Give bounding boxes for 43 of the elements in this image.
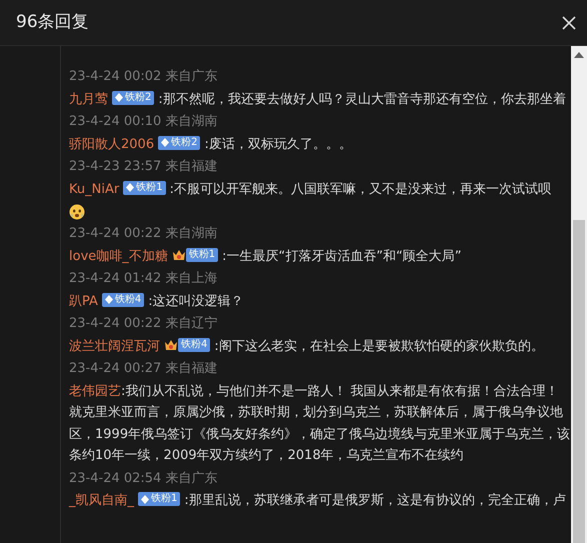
diamond-icon (104, 295, 113, 304)
reply-text: Ku_NiAr 铁粉1 :不服可以开军舰来。八国联军嘛，又不是没来过，再来一次试试呗 (69, 180, 552, 198)
user-name-link[interactable]: 老伟园艺 (69, 384, 121, 398)
fan-level-badge: 铁粉1 (123, 180, 166, 195)
fan-level-badge: 铁粉4 (102, 292, 144, 307)
reply-time: 23-4-24 00:22 来自湖南 (69, 225, 218, 243)
reply-text: 骄阳散人2006 铁粉2 :废话，双标玩久了。。。 (69, 134, 353, 154)
diamond-icon (161, 138, 170, 148)
reply-text: _凯风自南_ 铁粉1 :那里乱说，苏联继承者可是俄罗斯，这是有协议的，完全正确，卢 (69, 491, 567, 510)
diamond-icon (126, 183, 134, 192)
dialog-title: 96条回复 (16, 10, 89, 34)
user-name-link[interactable]: Ku_NiAr (69, 182, 120, 196)
user-name-link[interactable]: 波兰壮阔涅瓦河 (69, 338, 160, 354)
reply-time: 23-4-24 02:54 来自广东 (69, 470, 218, 488)
crown-icon (172, 248, 186, 262)
user-name-link[interactable]: _凯风自南_ (69, 493, 134, 508)
scroll-up-icon (574, 52, 584, 58)
reply-time: 23-4-23 23:57 来自福建 (69, 158, 218, 176)
crown-icon (164, 338, 178, 352)
user-name-link[interactable]: 骄阳散人2006 (69, 136, 154, 152)
close-icon (561, 14, 577, 30)
fan-level-badge: 铁粉2 (112, 90, 154, 105)
fan-level-badge: 铁粉4 (178, 338, 210, 352)
scrollbar-thumb[interactable] (573, 220, 585, 543)
diamond-icon (115, 93, 123, 102)
reply-text: 九月莺 铁粉2 :那不然呢，我还要去做好人吗？灵山大雷音寺那还有空位，你去那坐着 (69, 90, 567, 108)
reply-text: love咖啡_不加糖 铁粉1 :一生最厌“打落牙齿活血吞”和“顾全大局” (69, 246, 462, 266)
user-name-link[interactable]: 九月莺 (69, 92, 108, 106)
reply-text: 老伟园艺:我们从不乱说，与他们并不是一路人！ 我国从来都是有依有据！合法合理！就克里米亚而言，原属沙俄，苏联时期，划分到乌克兰，苏联解体后，属于俄乌争议地区，1999年俄乌签订《俄乌友好条约》，确定了俄乌边境线与克里米亚属于乌克兰，该条约10年一续，2009年双方续约了，2018年，乌克兰宣布不在续约 (69, 382, 571, 465)
fan-level-badge: 铁粉2 (158, 136, 200, 150)
reply-time: 23-4-24 00:27 来自福建 (69, 360, 218, 378)
scrollbar[interactable] (571, 46, 587, 543)
reply-text: 趴PA 铁粉4 :这还叫没逻辑？ (69, 292, 245, 310)
fan-level-badge: 铁粉1 (186, 248, 218, 262)
reply-text: 波兰壮阔涅瓦河 铁粉4 :阁下这么老实，在社会上是要被欺软怕硬的家伙欺负的。 (69, 336, 545, 356)
user-name-link[interactable]: love咖啡_不加糖 (69, 248, 168, 264)
diamond-icon (141, 494, 149, 504)
user-name-link[interactable]: 趴PA (69, 294, 98, 308)
reply-time: 23-4-24 00:02 来自广东 (69, 68, 218, 86)
reply-time: 23-4-24 00:22 来自辽宁 (69, 315, 218, 333)
fan-level-badge: 铁粉1 (138, 492, 180, 506)
reply-time: 23-4-24 00:10 来自湖南 (69, 113, 218, 131)
reply-time: 23-4-24 01:42 来自上海 (69, 270, 218, 288)
